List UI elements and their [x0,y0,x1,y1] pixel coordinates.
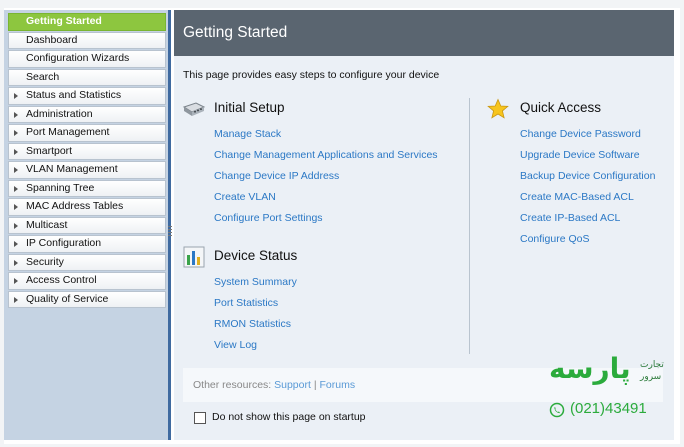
sidebar-item-mac-address-tables[interactable]: MAC Address Tables [8,198,166,216]
expand-arrow-icon [14,185,18,192]
sidebar-item-label: Port Management [26,126,110,138]
startup-checkbox-label: Do not show this page on startup [212,411,366,423]
sidebar-nav: Getting Started Dashboard Configuration … [4,10,171,440]
sidebar-item-status-and-statistics[interactable]: Status and Statistics [8,87,166,105]
page-title: Getting Started [174,10,674,56]
expand-arrow-icon [14,130,18,136]
link-create-ip-based-acl[interactable]: Create IP-Based ACL [520,212,620,224]
expand-arrow-icon [14,222,18,229]
link-system-summary[interactable]: System Summary [214,276,297,288]
logo-phone: (021)43491 [570,400,647,417]
link-change-device-ip[interactable]: Change Device IP Address [214,170,339,182]
intro-text: This page provides easy steps to configu… [183,69,440,81]
sidebar-item-label: Administration [26,107,93,120]
link-port-statistics[interactable]: Port Statistics [214,297,278,309]
sidebar-item-vlan-management[interactable]: VLAN Management [8,161,166,179]
whatsapp-icon [549,402,565,418]
watermark-logo: تجارت سرور پارسه (021)43491 [545,352,675,442]
sidebar-item-label: VLAN Management [26,163,118,175]
sidebar-item-label: Spanning Tree [26,181,95,194]
sidebar-item-label: Security [26,255,64,268]
other-resources-label: Other resources: [193,379,272,391]
sidebar-resize-handle[interactable] [168,226,172,238]
logo-tagline-1: تجارت [640,360,664,370]
sidebar-item-port-management[interactable]: Port Management [8,124,166,142]
link-configure-qos[interactable]: Configure QoS [520,233,589,245]
link-view-log[interactable]: View Log [214,339,257,351]
link-rmon-statistics[interactable]: RMON Statistics [214,318,291,330]
link-change-management-applications[interactable]: Change Management Applications and Servi… [214,149,438,161]
sidebar-item-access-control[interactable]: Access Control [8,272,166,290]
sidebar-item-administration[interactable]: Administration [8,105,166,123]
link-create-mac-based-acl[interactable]: Create MAC-Based ACL [520,191,634,203]
expand-arrow-icon [14,241,18,247]
sidebar-item-dashboard[interactable]: Dashboard [8,31,166,49]
sidebar-item-label: Quality of Service [26,292,109,305]
sidebar-item-smartport[interactable]: Smartport [8,142,166,160]
sidebar-item-spanning-tree[interactable]: Spanning Tree [8,179,166,197]
link-create-vlan[interactable]: Create VLAN [214,191,276,203]
startup-checkbox[interactable] [194,412,206,424]
sidebar-item-label: Getting Started [26,15,102,27]
bar-chart-icon [183,246,205,268]
sidebar-item-configuration-wizards[interactable]: Configuration Wizards [8,50,166,68]
column-divider [469,98,470,354]
logo-brand: پارسه [549,352,631,385]
network-switch-icon [182,102,206,116]
link-upgrade-device-software[interactable]: Upgrade Device Software [520,149,640,161]
expand-arrow-icon [14,111,18,118]
sidebar-item-quality-of-service[interactable]: Quality of Service [8,290,166,308]
sidebar-item-search[interactable]: Search [8,68,166,86]
forums-link[interactable]: Forums [319,379,355,391]
expand-arrow-icon [14,278,18,284]
device-status-title: Device Status [214,248,298,263]
sidebar-item-getting-started[interactable]: Getting Started [8,13,166,31]
sidebar-item-multicast[interactable]: Multicast [8,216,166,234]
sidebar-item-security[interactable]: Security [8,253,166,271]
logo-tagline-2: سرور [640,372,662,382]
sidebar-item-ip-configuration[interactable]: IP Configuration [8,235,166,253]
sidebar-item-label: Access Control [26,274,97,286]
expand-arrow-icon [14,259,18,266]
sidebar-item-label: IP Configuration [26,237,102,249]
sidebar-item-label: Multicast [26,218,68,231]
sidebar-item-label: Search [26,70,60,83]
expand-arrow-icon [14,204,18,210]
sidebar-item-label: MAC Address Tables [26,200,124,212]
star-icon [487,98,509,119]
expand-arrow-icon [14,93,18,99]
sidebar-item-label: Status and Statistics [26,89,122,101]
sidebar-item-label: Dashboard [26,33,78,46]
sidebar-item-label: Configuration Wizards [26,52,130,64]
link-backup-device-configuration[interactable]: Backup Device Configuration [520,170,655,182]
link-manage-stack[interactable]: Manage Stack [214,128,281,140]
link-configure-port-settings[interactable]: Configure Port Settings [214,212,323,224]
support-link[interactable]: Support [274,379,311,391]
expand-arrow-icon [14,296,18,303]
resources-separator: | [313,379,317,391]
expand-arrow-icon [14,148,18,155]
expand-arrow-icon [14,167,18,173]
quick-access-title: Quick Access [520,100,602,115]
sidebar-item-label: Smartport [26,144,73,157]
link-change-device-password[interactable]: Change Device Password [520,128,641,140]
initial-setup-title: Initial Setup [214,100,285,115]
